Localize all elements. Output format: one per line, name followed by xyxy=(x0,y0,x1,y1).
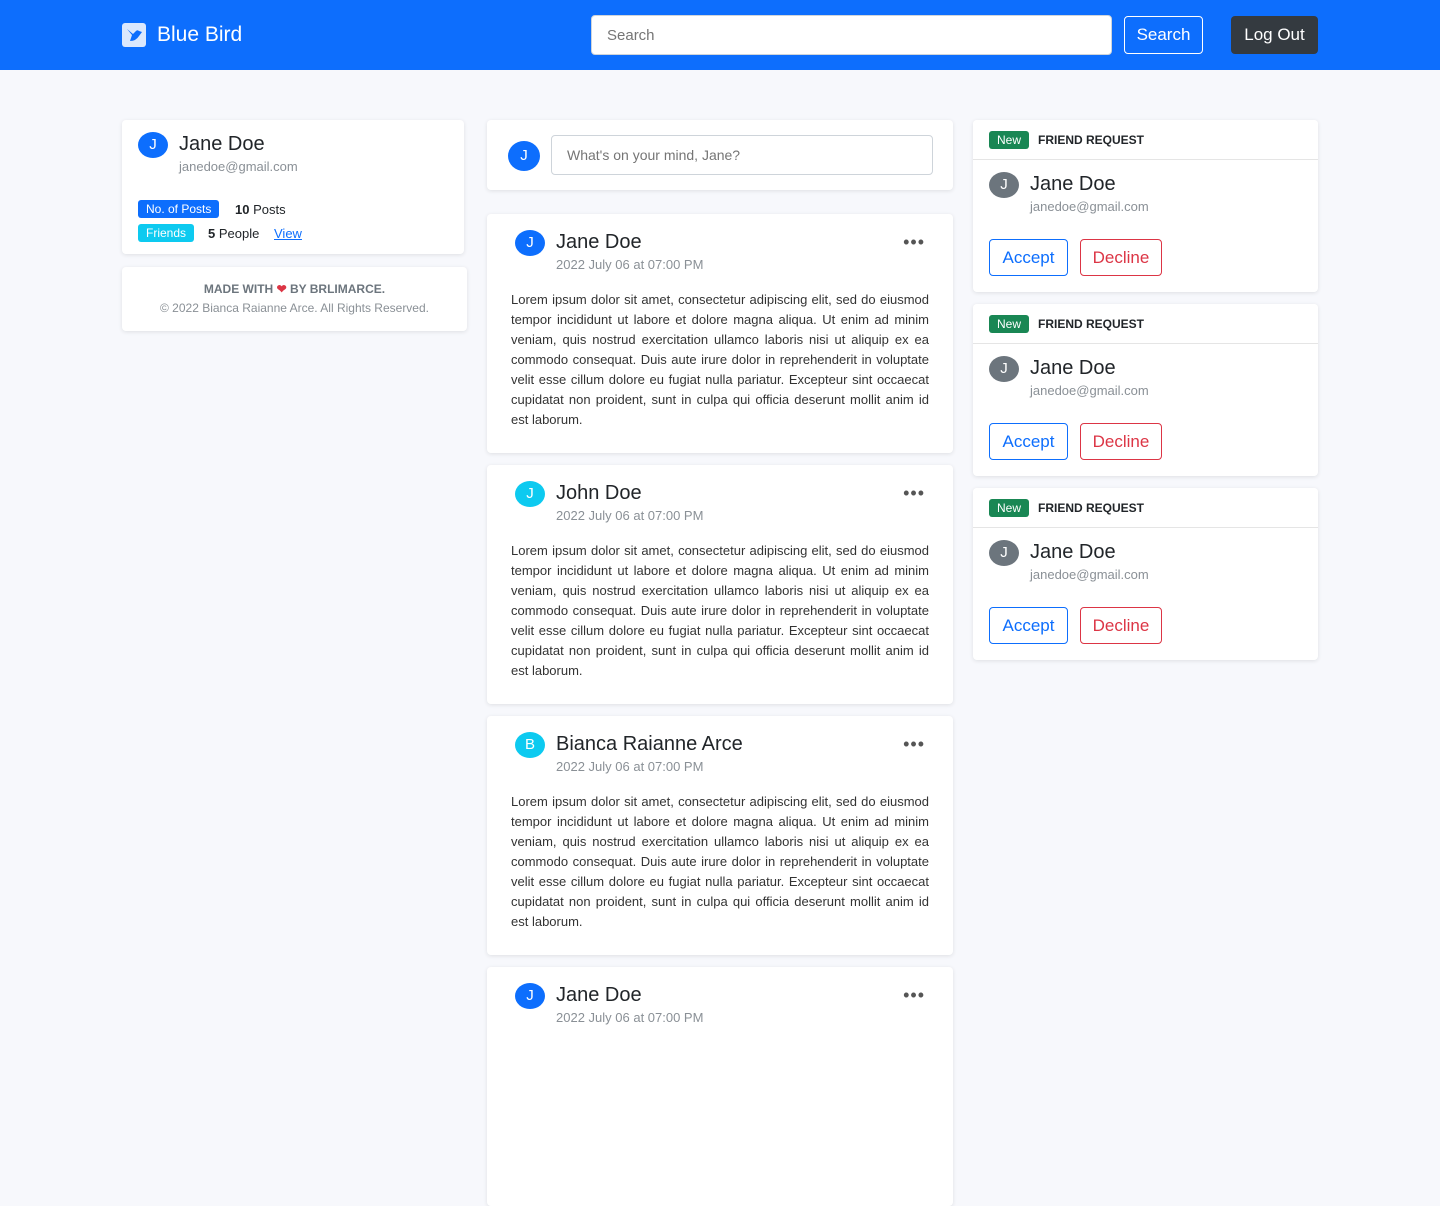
avatar: J xyxy=(515,983,545,1009)
post-body: Lorem ipsum dolor sit amet, consectetur … xyxy=(511,292,929,427)
more-options-icon[interactable]: ••• xyxy=(903,483,925,504)
post-author[interactable]: Bianca Raianne Arce xyxy=(556,733,743,756)
view-friends-link[interactable]: View xyxy=(274,226,302,241)
decline-button[interactable]: Decline xyxy=(1080,239,1162,276)
accept-button[interactable]: Accept xyxy=(989,423,1068,460)
post-body: Lorem ipsum dolor sit amet, consectetur … xyxy=(511,794,929,929)
decline-button[interactable]: Decline xyxy=(1080,607,1162,644)
post-input[interactable] xyxy=(551,135,933,175)
friends-badge: Friends xyxy=(138,224,195,242)
profile-email: janedoe@gmail.com xyxy=(179,159,298,174)
bird-logo-icon[interactable] xyxy=(122,23,146,47)
requester-name: Jane Doe xyxy=(1030,541,1116,563)
friend-request-card: New FRIEND REQUEST J Jane Doe janedoe@gm… xyxy=(973,120,1318,292)
by-text: BY BRLIMARCE. xyxy=(289,282,386,296)
profile-name: Jane Doe xyxy=(179,133,265,155)
post-date: 2022 July 06 at 07:00 PM xyxy=(556,1010,704,1025)
request-header: New FRIEND REQUEST xyxy=(973,304,1318,344)
request-title: FRIEND REQUEST xyxy=(1038,501,1145,515)
posts-unit: Posts xyxy=(253,202,286,217)
posts-count: 10 xyxy=(235,202,250,217)
decline-button[interactable]: Decline xyxy=(1080,423,1162,460)
post-author[interactable]: Jane Doe xyxy=(556,984,642,1007)
request-title: FRIEND REQUEST xyxy=(1038,133,1145,147)
composer-card: J xyxy=(487,120,953,190)
logout-button[interactable]: Log Out xyxy=(1231,16,1318,54)
avatar: J xyxy=(515,230,545,256)
post-card: J Jane Doe 2022 July 06 at 07:00 PM ••• xyxy=(487,967,953,1206)
post-card: B Bianca Raianne Arce 2022 July 06 at 07… xyxy=(487,716,953,955)
navbar: Blue Bird Search Log Out xyxy=(0,0,1440,70)
made-with-text: MADE WITH xyxy=(203,282,274,296)
avatar: J xyxy=(989,540,1019,566)
request-header: New FRIEND REQUEST xyxy=(973,488,1318,528)
more-options-icon[interactable]: ••• xyxy=(903,734,925,755)
more-options-icon[interactable]: ••• xyxy=(903,232,925,253)
footer-card: MADE WITH ❤ BY BRLIMARCE. © 2022 Bianca … xyxy=(122,267,467,331)
requester-email: janedoe@gmail.com xyxy=(1030,199,1149,214)
friends-count: 5 xyxy=(208,226,216,241)
avatar: J xyxy=(138,132,168,158)
requester-email: janedoe@gmail.com xyxy=(1030,383,1149,398)
search-button[interactable]: Search xyxy=(1124,16,1203,54)
friend-request-card: New FRIEND REQUEST J Jane Doe janedoe@gm… xyxy=(973,488,1318,660)
post-card: J John Doe 2022 July 06 at 07:00 PM ••• … xyxy=(487,465,953,704)
requester-email: janedoe@gmail.com xyxy=(1030,567,1149,582)
requester-name: Jane Doe xyxy=(1030,173,1116,195)
requester-name: Jane Doe xyxy=(1030,357,1116,379)
more-options-icon[interactable]: ••• xyxy=(903,985,925,1006)
post-author[interactable]: Jane Doe xyxy=(556,231,642,254)
accept-button[interactable]: Accept xyxy=(989,239,1068,276)
request-title: FRIEND REQUEST xyxy=(1038,317,1145,331)
accept-button[interactable]: Accept xyxy=(989,607,1068,644)
avatar: B xyxy=(515,732,545,758)
new-badge: New xyxy=(989,131,1030,149)
search-input[interactable] xyxy=(591,15,1112,55)
avatar: J xyxy=(989,356,1019,382)
friend-request-card: New FRIEND REQUEST J Jane Doe janedoe@gm… xyxy=(973,304,1318,476)
brand-name[interactable]: Blue Bird xyxy=(157,23,242,47)
post-author[interactable]: John Doe xyxy=(556,482,642,505)
post-card: J Jane Doe 2022 July 06 at 07:00 PM ••• … xyxy=(487,214,953,453)
post-body: Lorem ipsum dolor sit amet, consectetur … xyxy=(511,543,929,678)
copyright: © 2022 Bianca Raianne Arce. All Rights R… xyxy=(160,301,429,315)
request-header: New FRIEND REQUEST xyxy=(973,120,1318,160)
avatar: J xyxy=(989,172,1019,198)
posts-badge: No. of Posts xyxy=(138,200,220,218)
heart-icon: ❤ xyxy=(276,282,287,296)
avatar: J xyxy=(515,481,545,507)
friends-unit: People xyxy=(218,226,260,241)
profile-card: J Jane Doe janedoe@gmail.com No. of Post… xyxy=(122,120,464,254)
new-badge: New xyxy=(989,499,1030,517)
post-date: 2022 July 06 at 07:00 PM xyxy=(556,759,704,774)
avatar: J xyxy=(508,141,540,171)
post-date: 2022 July 06 at 07:00 PM xyxy=(556,508,704,523)
post-date: 2022 July 06 at 07:00 PM xyxy=(556,257,704,272)
new-badge: New xyxy=(989,315,1030,333)
